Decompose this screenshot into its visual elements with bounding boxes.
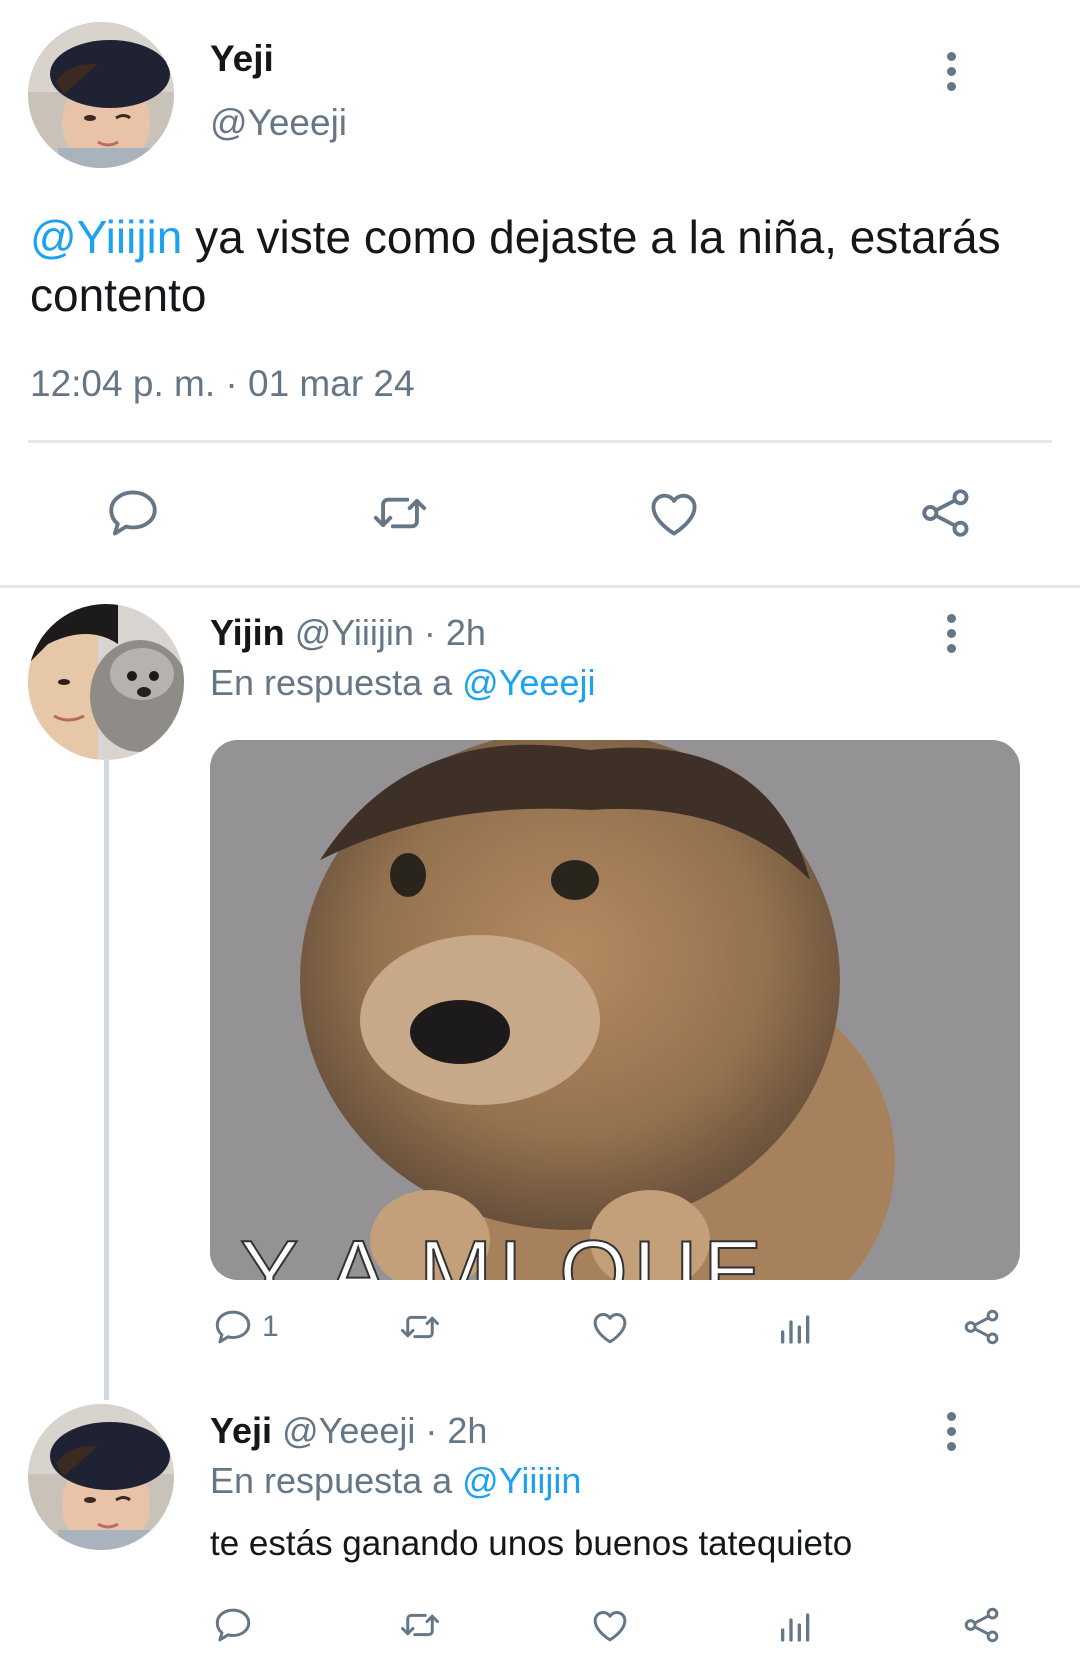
share-icon	[964, 1309, 999, 1345]
reply-header: Yijin @Yiiijin · 2h	[210, 612, 486, 654]
like-button[interactable]	[644, 484, 704, 542]
views-button[interactable]	[776, 1604, 816, 1646]
retweet-icon	[401, 1613, 439, 1637]
thread-line	[104, 760, 109, 1400]
author-handle[interactable]: @Yeeeji	[210, 102, 347, 144]
reply-icon	[215, 1608, 251, 1642]
views-button[interactable]	[776, 1306, 816, 1348]
reply-prefix: En respuesta a	[210, 1460, 463, 1501]
like-button[interactable]	[588, 1604, 632, 1646]
author-name[interactable]: Yijin	[210, 612, 285, 653]
retweet-icon	[401, 1315, 439, 1339]
share-button[interactable]	[916, 484, 976, 542]
reply-icon	[215, 1310, 251, 1344]
tweet-text: @Yiiijin ya viste como dejaste a la niña…	[30, 208, 1070, 324]
share-button[interactable]	[960, 1604, 1004, 1646]
reply-text: te estás ganando unos buenos tatequieto	[210, 1524, 853, 1563]
retweet-button[interactable]	[398, 1604, 442, 1646]
share-icon	[922, 489, 969, 537]
retweet-button[interactable]	[398, 1306, 442, 1348]
reply-button[interactable]	[104, 484, 162, 542]
share-icon	[964, 1607, 999, 1643]
tweet-timestamp[interactable]: 12:04 p. m. · 01 mar 24	[30, 363, 415, 405]
views-icon	[781, 1613, 810, 1642]
image-caption: Y A MI QUE	[240, 1222, 768, 1280]
like-icon	[651, 493, 697, 536]
avatar-yeji[interactable]	[28, 1404, 174, 1550]
like-icon	[593, 1313, 627, 1344]
avatar-yeji-main[interactable]	[28, 22, 174, 168]
retweet-icon	[373, 497, 427, 529]
like-button[interactable]	[588, 1306, 632, 1348]
avatar-yijin[interactable]	[28, 604, 184, 760]
reply-button[interactable]	[212, 1604, 254, 1646]
share-button[interactable]	[960, 1306, 1004, 1348]
section-divider	[0, 585, 1080, 588]
more-options-icon[interactable]	[944, 1412, 958, 1452]
reply-icon	[109, 490, 157, 536]
mention-link[interactable]: @Yiiijin	[462, 1460, 581, 1501]
views-icon	[781, 1315, 810, 1344]
retweet-button[interactable]	[370, 484, 430, 542]
reply-prefix: En respuesta a	[210, 662, 463, 703]
tweet-image[interactable]: Y A MI QUE	[210, 740, 1020, 1280]
mention-link[interactable]: @Yiiijin	[30, 211, 182, 263]
reply-context: En respuesta a @Yeeeji	[210, 662, 595, 704]
reply-header: Yeji @Yeeeji · 2h	[210, 1410, 487, 1452]
like-icon	[593, 1611, 627, 1642]
divider	[28, 440, 1052, 443]
author-name[interactable]: Yeji	[210, 1410, 272, 1451]
mention-link[interactable]: @Yeeeji	[462, 662, 595, 703]
reply-context: En respuesta a @Yiiijin	[210, 1460, 581, 1502]
author-handle-time[interactable]: @Yeeeji · 2h	[282, 1410, 487, 1451]
reply-count: 1	[262, 1310, 279, 1343]
more-options-icon[interactable]	[944, 52, 958, 92]
author-name[interactable]: Yeji	[210, 38, 274, 80]
reply-button[interactable]: 1	[212, 1306, 279, 1348]
more-options-icon[interactable]	[944, 614, 958, 654]
author-handle-time[interactable]: @Yiiijin · 2h	[295, 612, 486, 653]
